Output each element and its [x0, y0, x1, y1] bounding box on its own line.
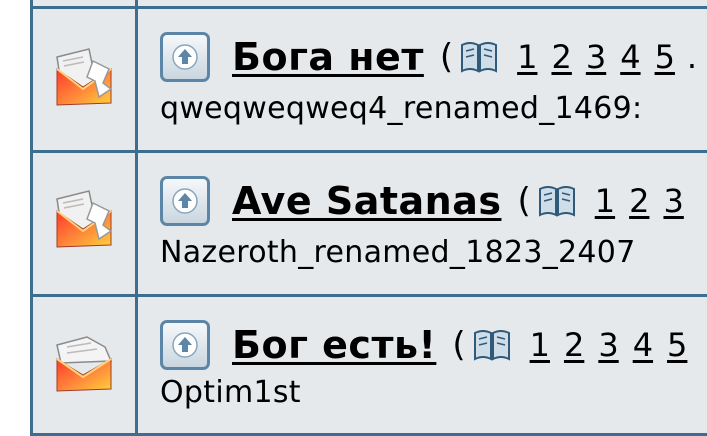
page-link-5[interactable]: 5	[655, 38, 675, 76]
topic-cell: Бога нет ( 1 2 3 4 5 . qweqweqweq4_renam…	[138, 9, 707, 150]
topic-cell: Ave Satanas ( 1 2 3 Nazeroth_renamed_182…	[138, 153, 707, 294]
envelope-icon	[56, 190, 113, 248]
page-link-4[interactable]: 4	[620, 38, 640, 76]
envelope-icon	[56, 48, 113, 106]
page-link-1[interactable]: 1	[517, 38, 537, 76]
topic-row: Бог есть! ( 1 2 3 4 5 Optim1st	[33, 297, 707, 436]
go-to-new-button[interactable]	[160, 320, 210, 370]
page-link-2[interactable]: 2	[629, 182, 649, 220]
table-top-border	[33, 0, 707, 9]
topic-title-link[interactable]: Бог есть!	[232, 323, 436, 367]
page-link-1[interactable]: 1	[595, 182, 615, 220]
topic-row: Бога нет ( 1 2 3 4 5 . qweqweqweq4_renam…	[33, 9, 707, 153]
book-pages-icon	[538, 186, 575, 217]
book-pages-icon	[473, 330, 510, 361]
topic-row: Ave Satanas ( 1 2 3 Nazeroth_renamed_182…	[33, 153, 707, 297]
column-divider	[135, 0, 138, 9]
page-link-2[interactable]: 2	[551, 38, 571, 76]
forum-topic-list: Бога нет ( 1 2 3 4 5 . qweqweqweq4_renam…	[30, 0, 707, 436]
topic-title-line: Ave Satanas ( 1 2 3	[160, 173, 686, 229]
page-link-4[interactable]: 4	[633, 326, 653, 364]
page-link-1[interactable]: 1	[530, 326, 550, 364]
go-to-new-button[interactable]	[160, 32, 210, 82]
up-arrow-icon	[172, 188, 198, 214]
topic-icon-cell	[33, 9, 138, 150]
go-to-new-button[interactable]	[160, 176, 210, 226]
up-arrow-icon	[172, 332, 198, 358]
pages-open-paren: (	[452, 325, 466, 365]
pages-ellipsis: .	[686, 38, 698, 76]
up-arrow-icon	[172, 44, 198, 70]
topic-author: Nazeroth_renamed_1823_2407	[160, 235, 636, 270]
page-link-3[interactable]: 3	[663, 182, 683, 220]
topic-icon-cell	[33, 297, 138, 433]
topic-title-line: Бога нет ( 1 2 3 4 5 .	[160, 29, 697, 85]
topic-author: Optim1st	[160, 375, 301, 410]
envelope-icon	[56, 336, 113, 392]
topic-icon-cell	[33, 153, 138, 294]
pages-open-paren: (	[517, 181, 531, 221]
page-link-3[interactable]: 3	[598, 326, 618, 364]
page-link-5[interactable]: 5	[667, 326, 687, 364]
page-link-3[interactable]: 3	[586, 38, 606, 76]
page-link-2[interactable]: 2	[564, 326, 584, 364]
topic-title-link[interactable]: Бога нет	[232, 35, 424, 79]
book-pages-icon	[461, 42, 498, 73]
topic-author: qweqweqweq4_renamed_1469:	[160, 91, 643, 126]
topic-title-link[interactable]: Ave Satanas	[232, 179, 501, 223]
topic-cell: Бог есть! ( 1 2 3 4 5 Optim1st	[138, 297, 707, 433]
topic-title-line: Бог есть! ( 1 2 3 4 5	[160, 317, 689, 373]
pages-open-paren: (	[439, 37, 454, 77]
